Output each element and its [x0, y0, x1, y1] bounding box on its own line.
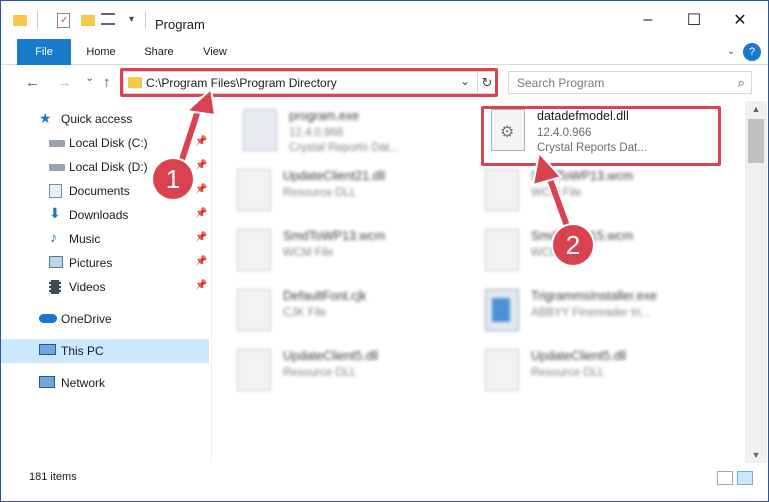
arrow-to-file	[531, 150, 576, 242]
step-2-badge: 2	[553, 225, 593, 265]
explorer-window: ✓ ▾ Program – ☐ ✕ File Home Share View ⌄…	[0, 0, 769, 502]
annotation-arrows	[174, 86, 576, 242]
arrow-to-address	[174, 86, 217, 174]
step-1-badge: 1	[153, 159, 193, 199]
